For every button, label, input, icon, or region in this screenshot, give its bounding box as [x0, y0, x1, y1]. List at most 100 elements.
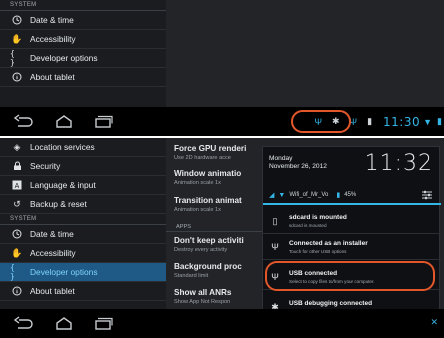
- dev-option-dont-keep-activities[interactable]: Don't keep activiti Destroy every activi…: [174, 236, 266, 253]
- system-navigation-bar: Ψ ✱ Ψ ▮ 11:30 ▼ ▮: [0, 107, 444, 136]
- wifi-icon: ▼: [423, 116, 433, 127]
- day-label: Monday: [269, 155, 293, 162]
- notification-header: Monday November 26, 2012 11:32: [263, 147, 441, 185]
- battery-icon: ▮: [367, 116, 373, 126]
- dev-option-subtitle: Animation scale 1x: [174, 180, 221, 186]
- settings-item-accessibility[interactable]: ✋ Accessibility: [0, 244, 166, 263]
- clock-icon: [10, 14, 24, 26]
- settings-item-about-tablet[interactable]: About tablet: [0, 282, 166, 301]
- keyboard-icon: A: [10, 179, 24, 191]
- dev-option-transition-animation[interactable]: Transition animat Animation scale 1x: [174, 196, 266, 213]
- clock-icon: [10, 228, 24, 240]
- section-header-system: SYSTEM: [0, 0, 166, 11]
- settings-item-backup-reset[interactable]: ↺ Backup & reset: [0, 195, 166, 214]
- recent-apps-icon[interactable]: [92, 316, 114, 331]
- section-header-apps: APPS: [166, 222, 266, 232]
- wifi-icon: ▼: [278, 191, 286, 199]
- detail-area: [166, 0, 444, 107]
- settings-item-accessibility[interactable]: ✋ Accessibility: [0, 30, 166, 49]
- hand-icon: ✋: [11, 247, 23, 258]
- home-icon[interactable]: [53, 316, 75, 331]
- settings-list: SYSTEM Date & time ✋ Accessibility { } D…: [0, 0, 166, 107]
- notification-shade: Monday November 26, 2012 11:32 ◢ ▼ Wifi_…: [262, 146, 441, 336]
- back-icon[interactable]: [12, 316, 34, 331]
- notification-installer[interactable]: Ψ Connected as an installer Touch for ot…: [263, 235, 441, 260]
- battery-percent: 45%: [344, 192, 357, 198]
- settings-screenshot-top: SYSTEM Date & time ✋ Accessibility { } D…: [0, 0, 444, 136]
- back-icon[interactable]: [12, 114, 34, 129]
- info-icon: [10, 71, 24, 83]
- battery-icon: ▮: [336, 192, 341, 199]
- notification-title: USB debugging connected: [289, 300, 373, 307]
- dev-option-title: Show all ANRs: [174, 288, 232, 297]
- date-label: November 26, 2012: [269, 163, 327, 170]
- lock-icon: [10, 160, 24, 172]
- braces-icon: { }: [10, 263, 15, 281]
- battery-icon: ▮: [437, 116, 442, 126]
- dev-option-title: Transition animat: [174, 196, 242, 205]
- dev-option-title: Force GPU renderi: [174, 144, 247, 153]
- section-header-system: SYSTEM: [0, 214, 166, 225]
- close-icon[interactable]: ✕: [430, 317, 438, 328]
- dev-option-title: Don't keep activiti: [174, 236, 244, 245]
- usb-icon: Ψ: [271, 242, 279, 252]
- signal-icon: ◢: [269, 192, 275, 199]
- system-navigation-bar: ✕: [0, 309, 444, 338]
- notification-title: Connected as an installer: [289, 240, 368, 247]
- home-icon[interactable]: [53, 114, 75, 129]
- svg-text:A: A: [15, 183, 20, 190]
- settings-item-label: Date & time: [30, 15, 74, 25]
- sdcard-icon: ▯: [272, 216, 278, 226]
- refresh-icon: ↺: [13, 198, 21, 209]
- settings-screenshot-bottom: ◈ Location services Security A Language …: [0, 138, 444, 338]
- settings-item-language-input[interactable]: A Language & input: [0, 176, 166, 195]
- settings-item-developer-options[interactable]: { } Developer options: [0, 49, 166, 68]
- notification-date: Monday November 26, 2012: [269, 155, 327, 171]
- settings-item-security[interactable]: Security: [0, 157, 166, 176]
- wifi-name: Wifi_of_Mr_Vo: [289, 192, 329, 198]
- notification-title: sdcard is mounted: [289, 214, 347, 221]
- dev-option-background-process[interactable]: Background proc Standard limit: [174, 262, 266, 279]
- settings-item-location-services[interactable]: ◈ Location services: [0, 138, 166, 157]
- settings-list: ◈ Location services Security A Language …: [0, 138, 166, 309]
- notification-subtitle: Touch for other USB options: [289, 249, 347, 254]
- settings-item-label: Backup & reset: [30, 199, 87, 209]
- settings-item-label: Language & input: [30, 180, 96, 190]
- settings-item-label: About tablet: [30, 286, 75, 296]
- settings-item-label: Accessibility: [30, 248, 76, 258]
- notification-status-row: ◢ ▼ Wifi_of_Mr_Vo ▮ 45%: [263, 187, 441, 205]
- settings-item-label: Location services: [30, 142, 95, 152]
- highlight-ring: [265, 261, 435, 291]
- hand-icon: ✋: [11, 33, 23, 44]
- settings-item-label: Developer options: [30, 53, 98, 63]
- info-icon: [10, 285, 24, 297]
- settings-item-date-time[interactable]: Date & time: [0, 11, 166, 30]
- dev-option-subtitle: Destroy every activity: [174, 247, 228, 253]
- quick-settings-icon[interactable]: [421, 189, 433, 201]
- settings-item-label: Developer options: [30, 267, 98, 277]
- notification-clock: 11:32: [364, 151, 433, 176]
- dev-option-show-all-anrs[interactable]: Show all ANRs Show App Not Respon: [174, 288, 266, 305]
- highlight-ring: [291, 110, 351, 133]
- dev-option-force-gpu[interactable]: Force GPU renderi Use 2D hardware acce: [174, 144, 266, 161]
- settings-item-label: Date & time: [30, 229, 74, 239]
- settings-item-developer-options[interactable]: { } Developer options: [0, 263, 166, 282]
- settings-item-date-time[interactable]: Date & time: [0, 225, 166, 244]
- settings-item-label: Accessibility: [30, 34, 76, 44]
- dev-option-subtitle: Use 2D hardware acce: [174, 155, 231, 161]
- settings-item-label: About tablet: [30, 72, 75, 82]
- dev-option-title: Background proc: [174, 262, 242, 271]
- dev-option-subtitle: Show App Not Respon: [174, 299, 231, 305]
- status-clock: 11:30: [383, 114, 421, 129]
- location-icon: ◈: [13, 141, 21, 152]
- braces-icon: { }: [10, 49, 15, 67]
- settings-item-label: Security: [30, 161, 61, 171]
- dev-option-subtitle: Animation scale 1x: [174, 207, 221, 213]
- settings-item-about-tablet[interactable]: About tablet: [0, 68, 166, 87]
- dev-option-window-animation[interactable]: Window animatio Animation scale 1x: [174, 169, 266, 186]
- recent-apps-icon[interactable]: [92, 114, 114, 129]
- dev-option-title: Window animatio: [174, 169, 242, 178]
- dev-option-subtitle: Standard limit: [174, 273, 209, 279]
- notification-sdcard[interactable]: ▯ sdcard is mounted sdcard is mounted: [263, 209, 441, 234]
- notification-subtitle: sdcard is mounted: [289, 223, 327, 228]
